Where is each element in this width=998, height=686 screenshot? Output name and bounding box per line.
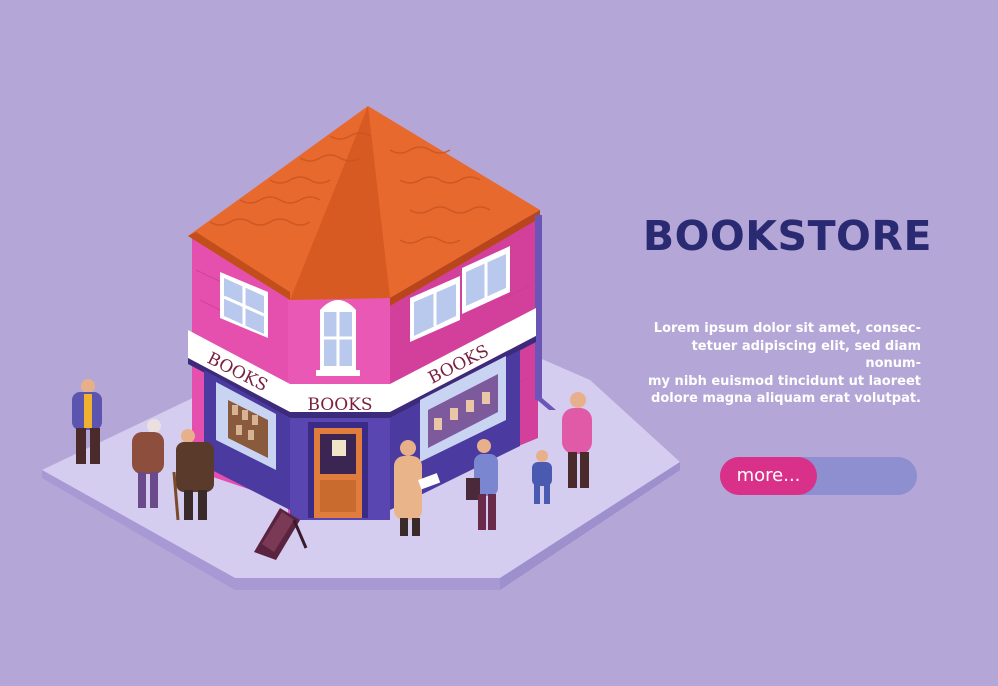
page-title: BOOKSTORE [642,212,932,260]
description-line: dolore magna aliquam erat volutpat. [651,391,921,406]
sign-front-text: BOOKS [307,395,372,415]
description-line: tetuer adipiscing elit, sed diam nonum- [691,338,921,372]
description-line: Lorem ipsum dolor sit amet, consec- [653,321,921,336]
description-line: my nibh euismod tincidunt ut laoreet [648,373,921,389]
more-button[interactable]: more... [720,457,817,495]
description-text: Lorem ipsum dolor sit amet, consec- tetu… [640,320,921,408]
upper-window-center [316,300,360,376]
shop-door [308,422,368,518]
